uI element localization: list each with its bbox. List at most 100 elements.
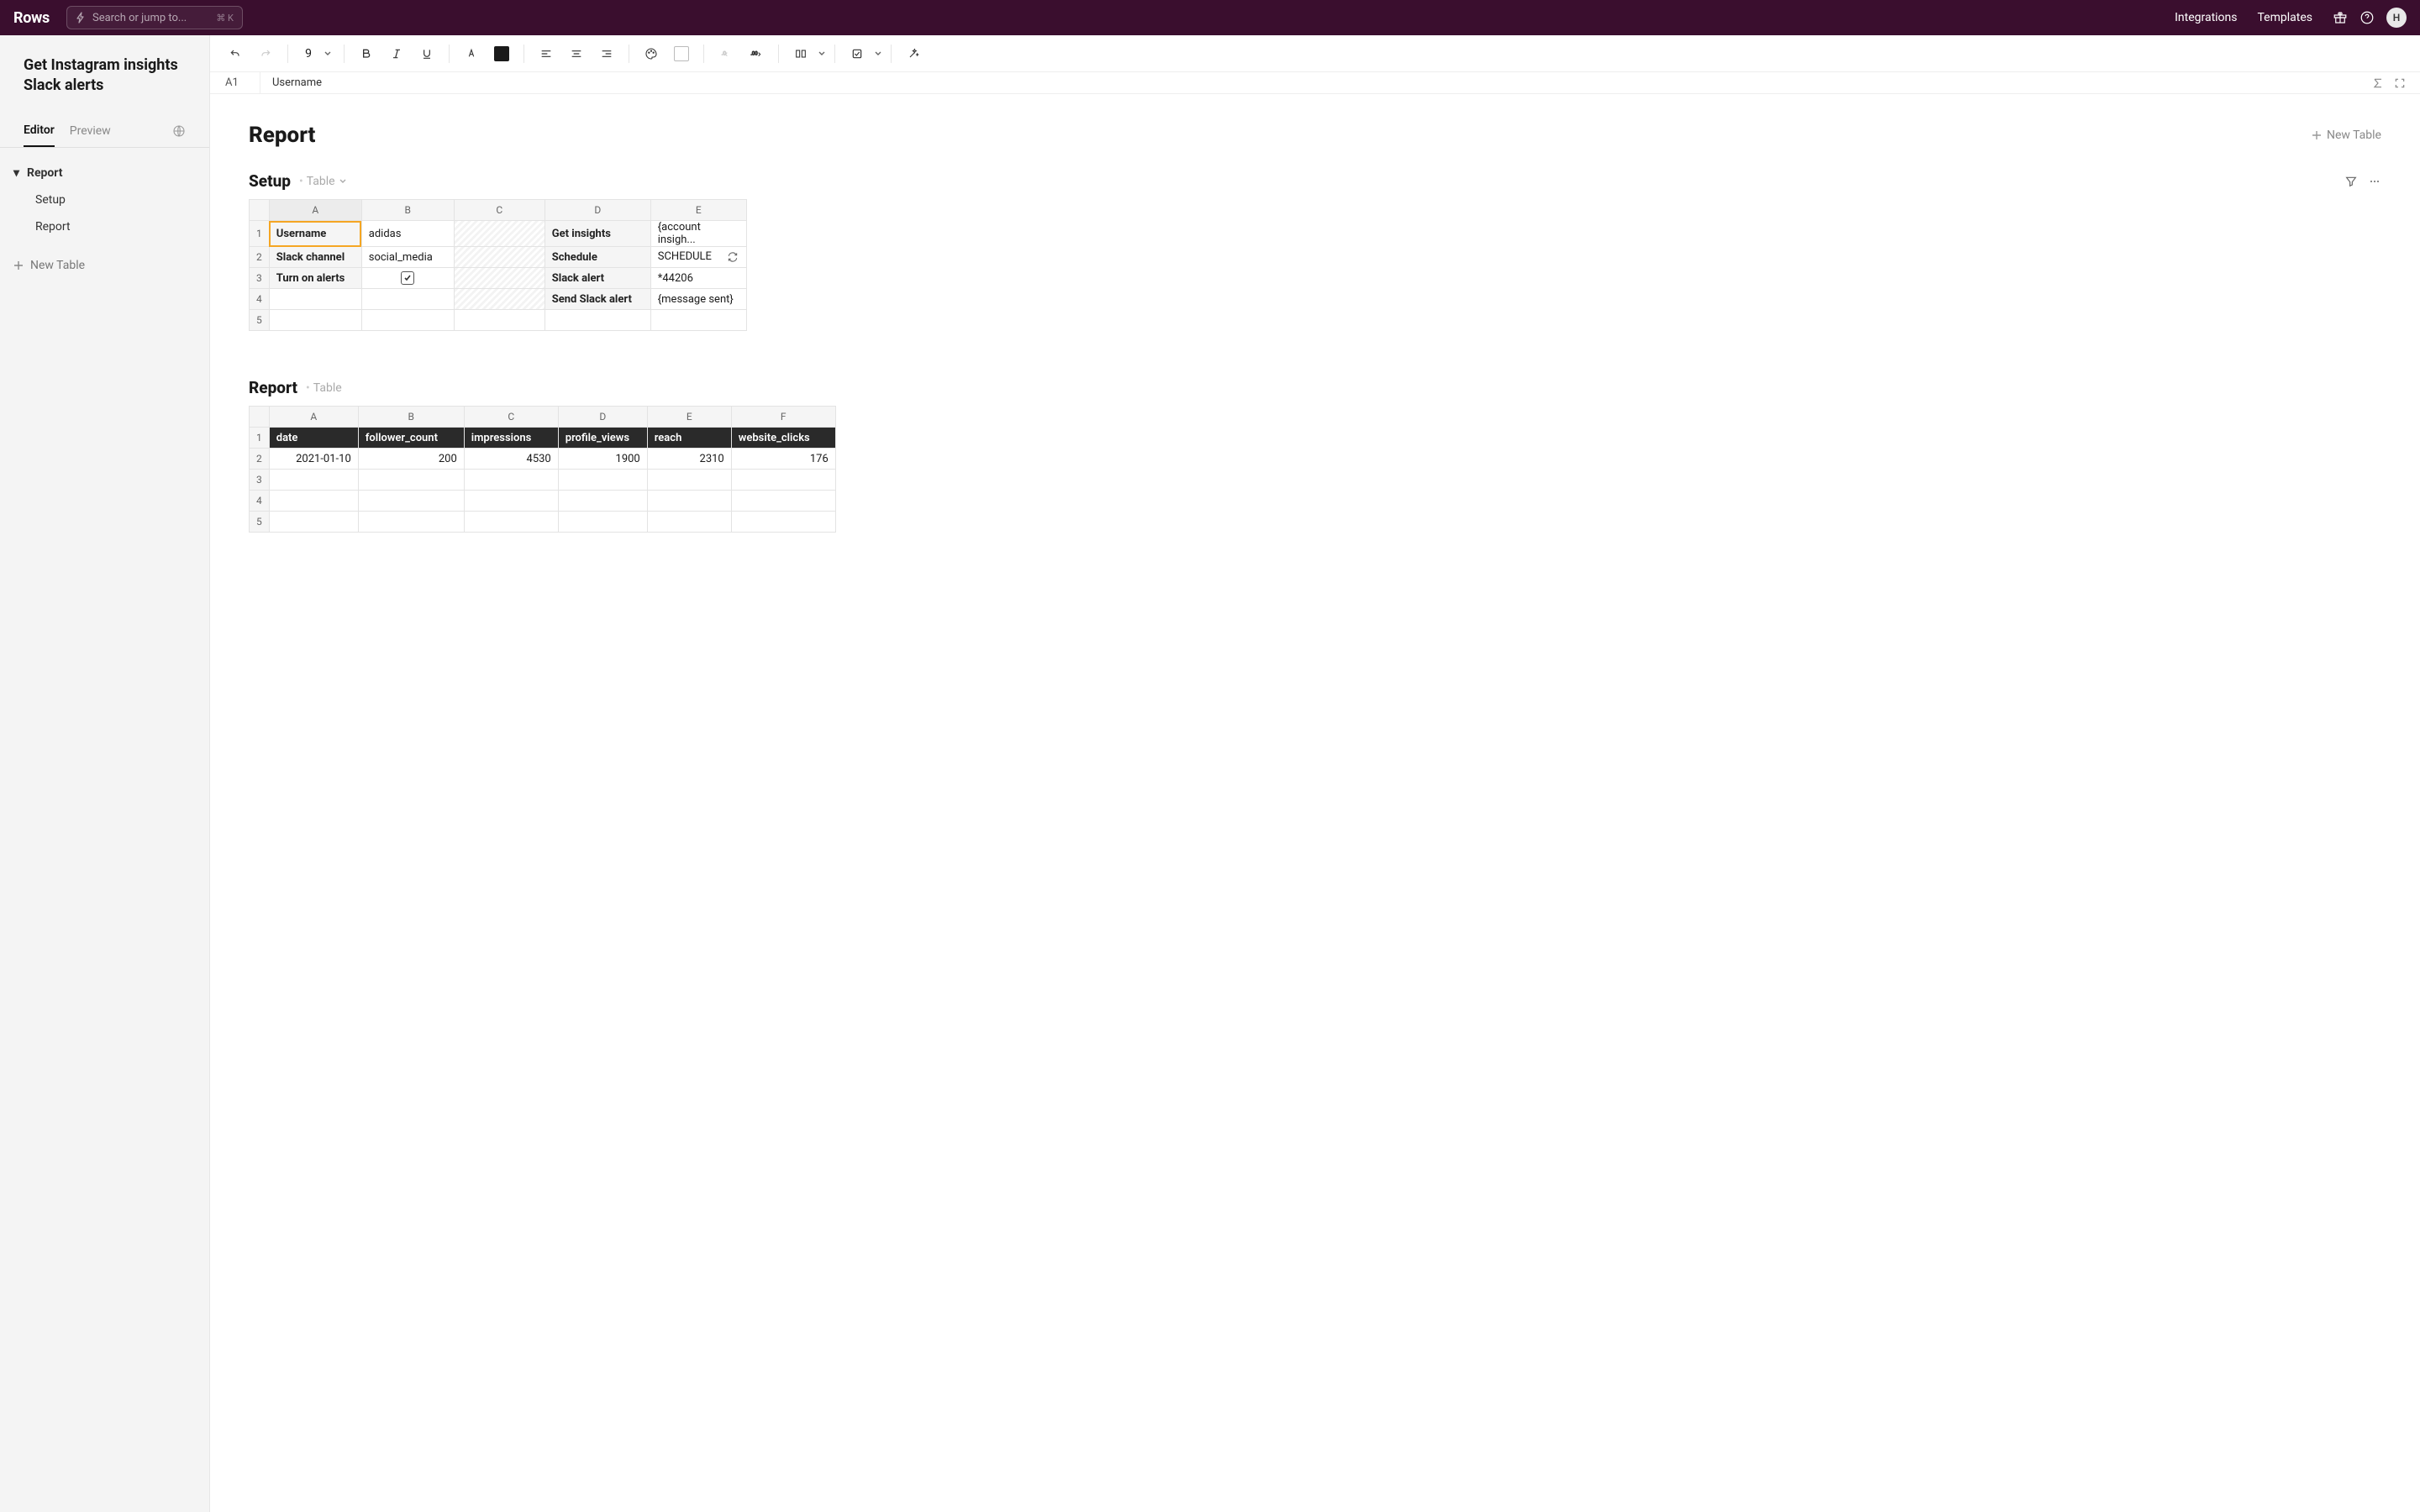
row-header[interactable]: 2 <box>250 247 270 268</box>
text-color-button[interactable] <box>458 40 485 67</box>
cell[interactable] <box>558 512 647 533</box>
cell[interactable]: {message sent} <box>650 289 746 310</box>
cell[interactable] <box>731 470 835 491</box>
decrease-decimal-button[interactable]: .0 <box>713 40 739 67</box>
logo[interactable]: Rows <box>13 9 50 27</box>
chevron-down-icon[interactable] <box>818 50 826 58</box>
col-header[interactable]: A <box>269 407 358 428</box>
col-header[interactable]: D <box>558 407 647 428</box>
cell[interactable] <box>269 491 358 512</box>
row-header[interactable]: 4 <box>250 289 270 310</box>
col-header[interactable]: E <box>650 200 746 221</box>
col-header[interactable]: D <box>544 200 650 221</box>
new-table-sidebar[interactable]: New Table <box>0 252 209 279</box>
avatar[interactable]: H <box>2386 8 2407 28</box>
font-size-select[interactable]: 9 <box>297 47 335 60</box>
fill-color-button[interactable] <box>488 40 515 67</box>
row-header[interactable]: 1 <box>250 428 270 449</box>
col-header[interactable]: C <box>464 407 558 428</box>
cell[interactable]: adidas <box>361 221 454 247</box>
cell[interactable] <box>464 512 558 533</box>
help-icon[interactable] <box>2360 10 2375 25</box>
cell-reference[interactable]: A1 <box>210 72 260 93</box>
cell[interactable] <box>647 491 731 512</box>
cell[interactable] <box>650 310 746 331</box>
cell[interactable]: 1900 <box>558 449 647 470</box>
cell[interactable]: impressions <box>464 428 558 449</box>
cell[interactable]: reach <box>647 428 731 449</box>
new-table-button[interactable]: New Table <box>2312 129 2381 142</box>
gift-icon[interactable] <box>2333 10 2348 25</box>
align-center-button[interactable] <box>563 40 590 67</box>
align-left-button[interactable] <box>533 40 560 67</box>
cell[interactable]: SCHEDULE <box>650 247 746 268</box>
cell[interactable] <box>269 512 358 533</box>
cell[interactable] <box>647 512 731 533</box>
spreadsheet-title[interactable]: Get Instagram insights Slack alerts <box>0 55 209 115</box>
row-header[interactable]: 3 <box>250 268 270 289</box>
cell[interactable]: Send Slack alert <box>544 289 650 310</box>
setup-table[interactable]: A B C D E 1 Username adidas Get insights… <box>249 199 747 331</box>
integrations-link[interactable]: Integrations <box>2175 11 2237 24</box>
col-header[interactable]: A <box>269 200 361 221</box>
filter-icon[interactable] <box>2344 175 2358 188</box>
cell[interactable] <box>731 512 835 533</box>
tab-preview[interactable]: Preview <box>70 116 111 146</box>
row-header[interactable]: 3 <box>250 470 270 491</box>
cell[interactable] <box>269 470 358 491</box>
more-icon[interactable] <box>2368 175 2381 188</box>
row-header[interactable]: 5 <box>250 310 270 331</box>
sigma-icon[interactable] <box>2371 76 2385 90</box>
cell[interactable] <box>558 491 647 512</box>
chevron-down-icon[interactable] <box>874 50 882 58</box>
cell[interactable] <box>358 512 464 533</box>
chevron-down-icon[interactable] <box>339 177 347 186</box>
cell[interactable] <box>361 289 454 310</box>
cell[interactable] <box>544 310 650 331</box>
cell[interactable] <box>454 268 544 289</box>
cell[interactable]: Turn on alerts <box>269 268 361 289</box>
cell[interactable]: date <box>269 428 358 449</box>
sidebar-item-report[interactable]: ▾ Report <box>0 160 209 186</box>
cell[interactable] <box>464 491 558 512</box>
sidebar-item-report-sub[interactable]: Report <box>0 213 209 240</box>
cell[interactable]: Schedule <box>544 247 650 268</box>
checkbox-icon[interactable] <box>401 271 414 285</box>
undo-button[interactable] <box>222 40 249 67</box>
cell[interactable]: follower_count <box>358 428 464 449</box>
cell[interactable]: *44206 <box>650 268 746 289</box>
row-header[interactable]: 5 <box>250 512 270 533</box>
cell[interactable] <box>464 470 558 491</box>
color-palette-button[interactable] <box>638 40 665 67</box>
sidebar-item-setup[interactable]: Setup <box>0 186 209 213</box>
cell[interactable] <box>454 221 544 247</box>
cell[interactable] <box>269 310 361 331</box>
cell[interactable] <box>558 470 647 491</box>
refresh-icon[interactable] <box>726 250 739 264</box>
cell[interactable]: 2310 <box>647 449 731 470</box>
cell[interactable] <box>454 310 544 331</box>
cell[interactable]: 200 <box>358 449 464 470</box>
underline-button[interactable] <box>413 40 440 67</box>
cell[interactable]: Username <box>269 221 361 247</box>
redo-button[interactable] <box>252 40 279 67</box>
col-header[interactable]: B <box>361 200 454 221</box>
magic-wand-button[interactable] <box>900 40 927 67</box>
cell[interactable]: Slack alert <box>544 268 650 289</box>
templates-link[interactable]: Templates <box>2258 11 2313 24</box>
cell[interactable]: 4530 <box>464 449 558 470</box>
cell[interactable]: website_clicks <box>731 428 835 449</box>
align-right-button[interactable] <box>593 40 620 67</box>
merge-cells-button[interactable] <box>787 40 814 67</box>
tab-editor[interactable]: Editor <box>24 115 55 147</box>
cell[interactable] <box>454 247 544 268</box>
share-globe-icon[interactable] <box>172 124 186 138</box>
fill-none-button[interactable] <box>668 40 695 67</box>
cell[interactable]: {account insigh... <box>650 221 746 247</box>
cell[interactable] <box>361 310 454 331</box>
section-title-report[interactable]: Report <box>249 378 297 397</box>
col-header[interactable]: E <box>647 407 731 428</box>
cell[interactable]: social_media <box>361 247 454 268</box>
checkbox-toggle-button[interactable] <box>844 40 871 67</box>
cell[interactable]: profile_views <box>558 428 647 449</box>
